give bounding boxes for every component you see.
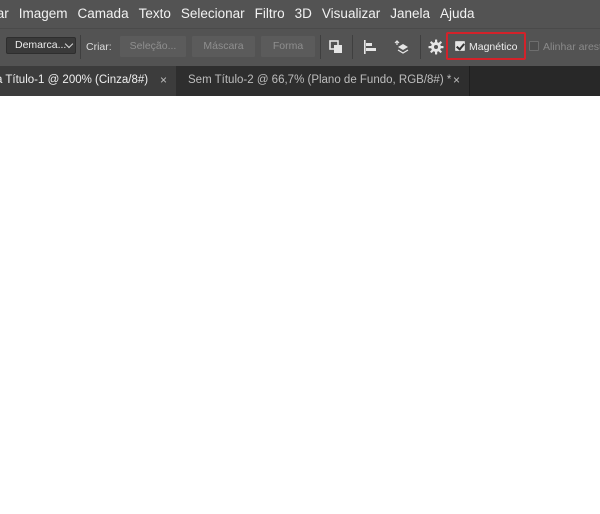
path-arrangement-icon[interactable] bbox=[394, 38, 412, 56]
menu-item-texto[interactable]: Texto bbox=[134, 0, 176, 28]
menu-item-ajuda[interactable]: Ajuda bbox=[435, 0, 480, 28]
divider bbox=[352, 35, 353, 59]
tab-document-2[interactable]: Sem Título-2 @ 66,7% (Plano de Fundo, RG… bbox=[176, 66, 470, 96]
menu-item-camada[interactable]: Camada bbox=[73, 0, 134, 28]
menu-item-filtro[interactable]: Filtro bbox=[250, 0, 290, 28]
path-alignment-icon[interactable] bbox=[361, 38, 379, 56]
menu-item-visualizar[interactable]: Visualizar bbox=[317, 0, 385, 28]
menu-item-janela[interactable]: Janela bbox=[385, 0, 435, 28]
divider bbox=[420, 35, 421, 59]
path-operations-icon[interactable] bbox=[327, 38, 345, 56]
divider bbox=[80, 35, 81, 59]
menu-item-imagem[interactable]: Imagem bbox=[14, 0, 73, 28]
shape-button[interactable]: Forma bbox=[261, 36, 315, 57]
close-icon[interactable]: × bbox=[453, 66, 460, 95]
align-edges-checkbox[interactable] bbox=[529, 41, 539, 51]
options-bar: Demarca... Criar: Seleção... Máscara For… bbox=[0, 28, 600, 66]
close-icon[interactable]: × bbox=[160, 66, 167, 95]
menu-item-selecionar[interactable]: Selecionar bbox=[176, 0, 250, 28]
tab-title: Sem Título-2 @ 66,7% (Plano de Fundo, RG… bbox=[188, 74, 452, 86]
magnetic-checkbox[interactable] bbox=[455, 41, 465, 51]
selection-button[interactable]: Seleção... bbox=[120, 36, 186, 57]
document-tab-bar: a Título-1 @ 200% (Cinza/8#) × Sem Títul… bbox=[0, 66, 600, 96]
menu-item-3d[interactable]: 3D bbox=[290, 0, 317, 28]
mode-dropdown-value: Demarca... bbox=[15, 39, 67, 51]
create-label: Criar: bbox=[86, 41, 112, 53]
align-edges-label[interactable]: Alinhar arestas bbox=[543, 40, 600, 54]
magnetic-label[interactable]: Magnético bbox=[469, 40, 517, 54]
menu-bar: tar Imagem Camada Texto Selecionar Filtr… bbox=[0, 0, 600, 28]
mode-dropdown[interactable]: Demarca... bbox=[6, 37, 76, 54]
divider bbox=[320, 35, 321, 59]
document-canvas[interactable] bbox=[0, 96, 600, 514]
menu-item-editar[interactable]: tar bbox=[0, 0, 14, 28]
gear-icon[interactable] bbox=[427, 38, 445, 56]
mask-button[interactable]: Máscara bbox=[192, 36, 255, 57]
tab-document-1[interactable]: a Título-1 @ 200% (Cinza/8#) × bbox=[0, 66, 176, 96]
tab-title: a Título-1 @ 200% (Cinza/8#) bbox=[0, 74, 149, 86]
